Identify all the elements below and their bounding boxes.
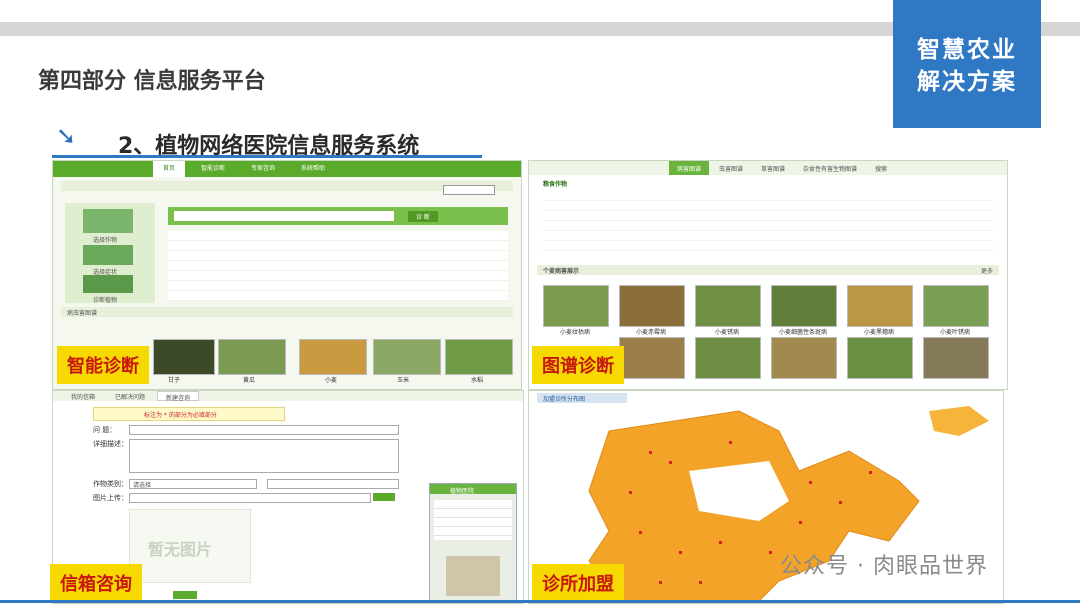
label-mailbox: 信箱咨询 xyxy=(50,564,142,602)
brand-line1: 智慧农业 xyxy=(917,37,1017,63)
diagnose-search-bar: 诊 断 xyxy=(168,207,508,225)
subtitle-underline xyxy=(52,155,482,158)
gallery-cap-1: 小麦纹枯病 xyxy=(559,329,590,336)
phone-list xyxy=(434,500,512,540)
thumb-cap-5: 水稻 xyxy=(471,377,484,384)
top-nav: 首页 智能诊断 专家咨询 系统帮助 xyxy=(53,161,521,177)
nav-home[interactable]: 首页 xyxy=(153,161,186,177)
symptom-image xyxy=(83,245,133,265)
gallery-title: 个麦病害展示 xyxy=(543,268,580,275)
crop-category-list xyxy=(543,191,993,251)
label-clinic: 诊所加盟 xyxy=(532,564,624,602)
map-island xyxy=(929,406,989,436)
gallery-cap-5: 小麦黑穗病 xyxy=(863,329,894,336)
gallery-bar: 个麦病害展示 更多 xyxy=(537,265,999,275)
crop-list xyxy=(168,231,508,301)
gallery-img-4[interactable] xyxy=(771,285,837,327)
thumb-cap-4: 玉米 xyxy=(397,377,410,384)
gallery-cap-6: 小麦叶锈病 xyxy=(939,329,970,336)
phone-mockup: 植物医院 xyxy=(429,483,517,603)
arrow-icon: ➘ xyxy=(56,122,77,150)
tab-new[interactable]: 新建咨询 xyxy=(157,391,200,402)
label-description: 详细描述： xyxy=(93,440,128,448)
tab-misc[interactable]: 杂食性有害生物图谱 xyxy=(795,161,865,175)
gallery-img-9[interactable] xyxy=(771,337,837,379)
tab-weed[interactable]: 草害图谱 xyxy=(753,161,793,175)
gallery-img-11[interactable] xyxy=(923,337,989,379)
gallery-img-5[interactable] xyxy=(847,285,913,327)
tab-solved[interactable]: 已解决问题 xyxy=(107,391,153,401)
atlas-bar: 病虫害图谱 xyxy=(61,307,513,317)
crop-select-value: 请选择 xyxy=(133,482,152,489)
gallery-img-8[interactable] xyxy=(695,337,761,379)
diagnose-button[interactable]: 诊 断 xyxy=(408,211,438,222)
gallery-cap-4: 小麦细菌性条斑病 xyxy=(778,329,827,336)
bottom-line xyxy=(0,600,1080,603)
label-crop-type: 作物类别： xyxy=(93,480,128,488)
watermark: 公众号 · 肉眼品世界 xyxy=(780,554,988,579)
label-question: 问 题： xyxy=(93,426,117,434)
thumb-cap-1: 甘子 xyxy=(168,377,181,384)
gallery-img-10[interactable] xyxy=(847,337,913,379)
submit-button[interactable] xyxy=(173,591,197,599)
gallery-img-7[interactable] xyxy=(619,337,685,379)
atlas-title: 病虫害图谱 xyxy=(67,310,98,317)
description-input[interactable] xyxy=(129,439,399,473)
section-title: 第四部分 信息服务平台 xyxy=(38,69,266,94)
crop-group-title: 粮食作物 xyxy=(543,181,568,188)
brand-badge: 智慧农业 解决方案 xyxy=(893,0,1041,128)
mail-tabs: 我的信箱 已解决问题 新建咨询 xyxy=(53,391,523,402)
gallery-cap-3: 小麦锈病 xyxy=(714,329,739,336)
nav-help[interactable]: 系统帮助 xyxy=(291,161,335,177)
phone-header: 植物医院 xyxy=(430,484,516,495)
image-upload-input[interactable] xyxy=(129,493,371,503)
sidebar: 选择作物 选择症状 诊断植物 xyxy=(65,203,155,304)
crop-select[interactable]: 请选择 xyxy=(129,479,257,489)
notice-box: 标注为 * 的部分为必填部分 xyxy=(93,407,285,421)
upload-button[interactable] xyxy=(373,493,395,501)
crop-image xyxy=(83,209,133,233)
diagnose-input[interactable] xyxy=(174,211,394,221)
nav-diagnosis[interactable]: 智能诊断 xyxy=(191,161,235,177)
tab-search[interactable]: 搜索 xyxy=(867,161,895,175)
sidebar-item-crop[interactable]: 选择作物 xyxy=(93,235,117,244)
thumb-5[interactable] xyxy=(445,339,513,375)
label-atlas: 图谱诊断 xyxy=(532,346,624,384)
thumb-cap-3: 小麦 xyxy=(325,377,338,384)
thumb-3[interactable] xyxy=(299,339,367,375)
tab-disease[interactable]: 病害图谱 xyxy=(669,161,710,175)
sidebar-item-diagnose[interactable]: 诊断植物 xyxy=(93,295,117,304)
no-image-text: 暂无图片 xyxy=(148,540,213,559)
notebook-image xyxy=(446,556,500,596)
crop-subselect[interactable] xyxy=(267,479,399,489)
diagnose-image xyxy=(83,275,133,293)
thumb-4[interactable] xyxy=(373,339,441,375)
tab-insect[interactable]: 虫害图谱 xyxy=(711,161,751,175)
phone-header-text: 植物医院 xyxy=(450,488,475,495)
thumb-1[interactable] xyxy=(153,339,215,375)
image-preview: 暂无图片 xyxy=(129,509,251,583)
question-input[interactable] xyxy=(129,425,399,435)
brand-line2: 解决方案 xyxy=(917,69,1017,95)
thumb-2[interactable] xyxy=(218,339,286,375)
gallery-img-2[interactable] xyxy=(619,285,685,327)
notice-text: 标注为 * 的部分为必填部分 xyxy=(144,412,217,419)
gallery-img-3[interactable] xyxy=(695,285,761,327)
gallery-more[interactable]: 更多 xyxy=(981,266,993,275)
gallery-img-1[interactable] xyxy=(543,285,609,327)
top-search[interactable] xyxy=(443,185,495,195)
gallery-img-6[interactable] xyxy=(923,285,989,327)
label-image-upload: 图片上传： xyxy=(93,494,128,502)
gallery-cap-2: 小麦赤霉病 xyxy=(635,329,666,336)
thumb-cap-2: 黄瓜 xyxy=(243,377,256,384)
tab-my-mailbox[interactable]: 我的信箱 xyxy=(63,391,103,401)
nav-expert[interactable]: 专家咨询 xyxy=(241,161,285,177)
atlas-tabs: 病害图谱 虫害图谱 草害图谱 杂食性有害生物图谱 搜索 xyxy=(529,161,1007,175)
label-smart-diagnosis: 智能诊断 xyxy=(57,346,149,384)
